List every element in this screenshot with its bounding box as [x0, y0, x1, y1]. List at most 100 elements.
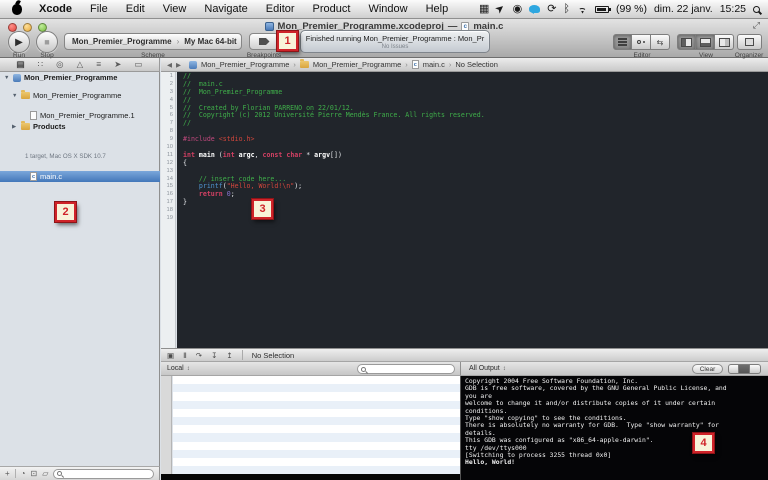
twitter-icon[interactable] — [529, 5, 540, 13]
console-output[interactable]: Copyright 2004 Free Software Foundation,… — [460, 376, 768, 480]
breakpoint-navigator-icon[interactable]: ➤ — [114, 58, 121, 71]
hide-debug-area-button[interactable]: ▣ — [167, 351, 174, 360]
menu-help[interactable]: Help — [417, 0, 458, 19]
battery-icon[interactable] — [595, 6, 609, 13]
disclosure-open-icon[interactable]: ▼ — [12, 93, 18, 99]
variables-scope-popup[interactable]: Local — [167, 365, 184, 372]
spotlight-icon[interactable] — [753, 6, 760, 13]
menu-view[interactable]: View — [154, 0, 196, 19]
step-into-button[interactable]: ↧ — [211, 351, 217, 360]
organizer-icon — [745, 38, 754, 46]
breakpoints-button[interactable] — [249, 33, 279, 50]
fullscreen-icon[interactable]: ⤢ — [753, 20, 760, 31]
log-navigator-icon[interactable]: ▭ — [134, 58, 142, 71]
editor-group-label: Editor — [613, 52, 671, 59]
menu-window[interactable]: Window — [359, 0, 416, 19]
organizer-button[interactable] — [737, 34, 762, 50]
menu-xcode[interactable]: Xcode — [30, 0, 81, 19]
variables-search-field[interactable] — [357, 364, 455, 374]
sync-icon[interactable]: ⟳ — [547, 0, 556, 19]
wifi-icon[interactable] — [577, 5, 588, 14]
step-over-button[interactable]: ↷ — [196, 351, 202, 360]
navigator-filter-bar: + ◔ ⊡ ▱ — [0, 466, 160, 480]
line-number: 15 — [161, 183, 175, 191]
unsaved-icon[interactable]: ▱ — [42, 469, 48, 478]
menu-navigate[interactable]: Navigate — [195, 0, 256, 19]
jump-bar-segment[interactable]: Mon_Premier_Programme — [201, 60, 289, 69]
forward-button[interactable]: ▶ — [176, 61, 181, 69]
show-console-only-button[interactable] — [750, 364, 761, 374]
menu-time[interactable]: 15:25 — [720, 3, 746, 15]
standard-editor-button[interactable] — [613, 34, 632, 50]
flat-icon[interactable]: ⊡ — [31, 469, 38, 478]
variables-row — [173, 392, 460, 400]
project-row[interactable]: ▼ Mon_Premier_Programme — [0, 73, 160, 82]
code-line: printf("Hello, World!\n"); — [183, 183, 768, 191]
document-icon — [30, 111, 37, 120]
folder-icon — [21, 92, 30, 99]
navigator-selector-bar: ▤ ∷ ◎ △ ≡ ➤ ▭ — [0, 58, 160, 72]
cursor-icon[interactable]: ➤ — [491, 0, 510, 19]
recent-icon[interactable]: ◔ — [21, 469, 26, 478]
code-line: // — [183, 120, 768, 128]
spaces-icon[interactable]: ▦ — [479, 0, 489, 19]
console-view-segments — [728, 364, 761, 374]
show-both-button[interactable] — [739, 364, 750, 374]
issue-navigator-icon[interactable]: △ — [77, 58, 84, 71]
divider — [242, 350, 243, 360]
menu-date[interactable]: dim. 22 janv. — [654, 3, 713, 15]
apple-menu-icon[interactable] — [12, 4, 22, 15]
variables-scrollbar[interactable] — [161, 376, 172, 480]
popup-arrows-icon: ↕ — [503, 366, 506, 372]
variables-view[interactable] — [173, 376, 460, 474]
code-line — [183, 128, 768, 136]
console-filter-popup[interactable]: All Output — [469, 365, 500, 372]
products-row[interactable]: ▶ Products — [0, 122, 160, 131]
pause-button[interactable]: Ⅱ — [183, 351, 187, 360]
camera-icon[interactable]: ◉ — [513, 0, 523, 19]
group-row[interactable]: ▼ Mon_Premier_Programme — [0, 91, 160, 100]
annotation-4: 4 — [693, 433, 714, 453]
version-editor-icon: ⇆ — [657, 38, 664, 47]
line-number: 18 — [161, 207, 175, 215]
debug-navigator-icon[interactable]: ≡ — [96, 58, 101, 71]
menu-status-area: ▦➤◉⟳ᛒ (99 %) dim. 22 janv. 15:25 — [479, 0, 768, 19]
search-navigator-icon[interactable]: ◎ — [56, 58, 63, 71]
code-line: // — [183, 73, 768, 81]
disclosure-closed-icon[interactable]: ▶ — [12, 124, 18, 130]
symbol-navigator-icon[interactable]: ∷ — [38, 58, 43, 71]
stop-button[interactable]: ■ — [36, 31, 58, 53]
scheme-selector[interactable]: Mon_Premier_Programme › My Mac 64-bit — [64, 33, 242, 50]
step-out-button[interactable]: ↥ — [226, 351, 232, 360]
menu-product[interactable]: Product — [304, 0, 360, 19]
menu-edit[interactable]: Edit — [117, 0, 154, 19]
file-row[interactable]: Mon_Premier_Programme.1 — [0, 111, 160, 120]
toggle-navigator-button[interactable] — [677, 34, 696, 50]
clear-console-button[interactable]: Clear — [692, 364, 723, 374]
standard-editor-icon — [618, 38, 627, 40]
version-editor-button[interactable]: ⇆ — [651, 34, 670, 50]
run-button[interactable]: ▶ — [8, 31, 30, 53]
jump-bar-segment[interactable]: Mon_Premier_Programme — [313, 60, 401, 69]
navigator-filter-field[interactable] — [53, 469, 154, 479]
show-variables-only-button[interactable] — [728, 364, 739, 374]
menu-editor[interactable]: Editor — [257, 0, 304, 19]
debug-buttons: ▣ Ⅱ ↷ ↧ ↥ — [167, 351, 233, 360]
selected-file-row[interactable]: c main.c — [0, 171, 160, 182]
back-button[interactable]: ◀ — [167, 61, 172, 69]
products-label: Products — [33, 122, 66, 131]
bluetooth-icon[interactable]: ᛒ — [563, 0, 570, 19]
menu-bar: XcodeFileEditViewNavigateEditorProductWi… — [0, 0, 768, 19]
line-number: 14 — [161, 176, 175, 184]
jump-bar-segment[interactable]: main.c — [423, 60, 445, 69]
menu-file[interactable]: File — [81, 0, 117, 19]
add-icon[interactable]: + — [5, 469, 10, 478]
toggle-debug-area-button[interactable] — [696, 34, 715, 50]
disclosure-open-icon[interactable]: ▼ — [4, 75, 10, 81]
jump-bar-segment[interactable]: No Selection — [455, 60, 498, 69]
assistant-editor-button[interactable] — [632, 34, 651, 50]
scheme-name: Mon_Premier_Programme — [72, 37, 172, 46]
toggle-utilities-button[interactable] — [715, 34, 734, 50]
project-navigator-icon[interactable]: ▤ — [17, 58, 25, 71]
activity-viewer: Finished running Mon_Premier_Programme :… — [300, 30, 490, 53]
